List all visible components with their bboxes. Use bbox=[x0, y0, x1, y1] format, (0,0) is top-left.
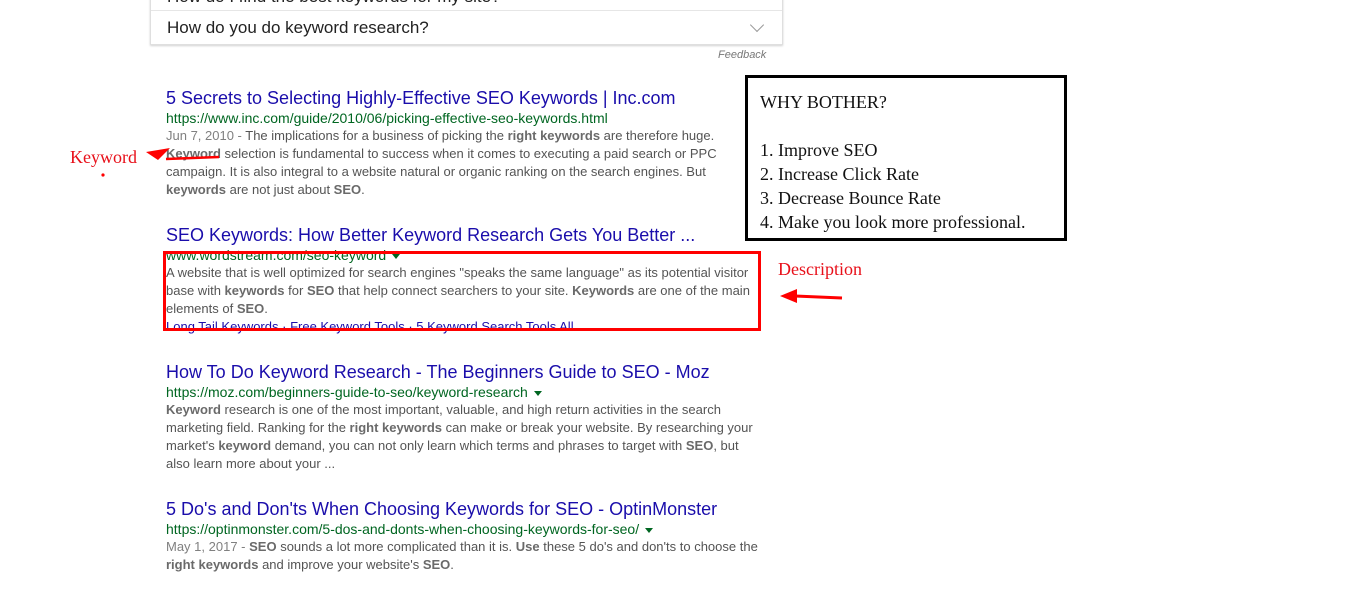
snippet-text: . bbox=[361, 182, 365, 197]
why-bother-callout: WHY BOTHER? 1. Improve SEO 2. Increase C… bbox=[745, 75, 1067, 241]
description-arrow-head-icon bbox=[780, 289, 797, 303]
snippet-highlight: SEO bbox=[249, 539, 277, 554]
callout-list: 1. Improve SEO 2. Increase Click Rate 3.… bbox=[760, 138, 1025, 234]
snippet-text: and improve your website's bbox=[258, 557, 423, 572]
callout-item: 2. Increase Click Rate bbox=[760, 164, 919, 184]
result-date: Jun 7, 2010 - bbox=[166, 128, 246, 143]
snippet-text: are not just about bbox=[225, 182, 334, 197]
snippet-highlight: Keyword bbox=[166, 402, 221, 417]
paa-question[interactable]: How do I find the best keywords for my s… bbox=[151, 0, 782, 11]
search-result: 5 Do's and Don'ts When Choosing Keywords… bbox=[166, 498, 766, 574]
result-sitelinks: Long Tail Keywords · Free Keyword Tools … bbox=[166, 319, 574, 334]
snippet-highlight: SEO bbox=[306, 283, 335, 298]
people-also-ask-panel: How do I find the best keywords for my s… bbox=[150, 0, 783, 45]
description-annotation-label: Description bbox=[778, 259, 862, 279]
sitelink[interactable]: All bbox=[559, 319, 573, 334]
result-date: May 1, 2017 - bbox=[166, 539, 250, 554]
url-dropdown-caret-icon[interactable] bbox=[533, 390, 542, 396]
snippet-text: for bbox=[284, 283, 307, 298]
result-snippet: A website that is well optimized for sea… bbox=[166, 264, 761, 318]
snippet-text: are therefore huge. bbox=[600, 128, 715, 143]
search-result: SEO Keywords: How Better Keyword Researc… bbox=[166, 224, 766, 336]
snippet-highlight: SEO bbox=[685, 438, 714, 453]
result-title-link[interactable]: How To Do Keyword Research - The Beginne… bbox=[166, 361, 766, 383]
sitelink[interactable]: 5 Keyword Search Tools bbox=[416, 319, 556, 334]
paa-question-text: How do I find the best keywords for my s… bbox=[167, 0, 501, 7]
result-title-link[interactable]: SEO Keywords: How Better Keyword Researc… bbox=[166, 224, 766, 246]
sitelink[interactable]: Long Tail Keywords bbox=[166, 319, 279, 334]
snippet-text: selection is fundamental to success when… bbox=[166, 146, 717, 179]
snippet-highlight: Keyword bbox=[166, 146, 221, 161]
result-snippet: Jun 7, 2010 - The implications for a bus… bbox=[166, 127, 761, 199]
paa-question-text: How do you do keyword research? bbox=[167, 18, 429, 37]
search-result: 5 Secrets to Selecting Highly-Effective … bbox=[166, 87, 766, 199]
result-url: https://optinmonster.com/5-dos-and-donts… bbox=[166, 520, 766, 538]
url-dropdown-caret-icon[interactable] bbox=[645, 527, 654, 533]
keyword-annotation-label: Keyword bbox=[70, 147, 137, 167]
snippet-highlight: right keywords bbox=[349, 420, 443, 435]
snippet-highlight: right keywords bbox=[507, 128, 601, 143]
snippet-text: The implications for a business of picki… bbox=[245, 128, 508, 143]
snippet-text: demand, you can not only learn which ter… bbox=[271, 438, 686, 453]
callout-heading: WHY BOTHER? bbox=[760, 92, 887, 112]
result-snippet: Keyword research is one of the most impo… bbox=[166, 401, 761, 473]
result-url-text: www.wordstream.com/seo-keyword bbox=[166, 247, 387, 263]
result-title-link[interactable]: 5 Do's and Don'ts When Choosing Keywords… bbox=[166, 498, 766, 520]
snippet-highlight: Use bbox=[515, 539, 540, 554]
callout-item: 1. Improve SEO bbox=[760, 140, 878, 160]
snippet-text: . bbox=[264, 301, 268, 316]
search-result: How To Do Keyword Research - The Beginne… bbox=[166, 361, 766, 473]
chevron-down-icon[interactable] bbox=[749, 17, 765, 33]
snippet-highlight: SEO bbox=[422, 557, 451, 572]
snippet-highlight: keywords bbox=[166, 182, 226, 197]
snippet-highlight: right keywords bbox=[166, 557, 259, 572]
annotation-dot bbox=[101, 173, 105, 177]
description-arrow-shaft bbox=[794, 294, 843, 300]
snippet-text: . bbox=[450, 557, 454, 572]
result-url: https://www.inc.com/guide/2010/06/pickin… bbox=[166, 110, 608, 126]
paa-question[interactable]: How do you do keyword research? bbox=[151, 14, 782, 41]
snippet-text: these 5 do's and don'ts to choose the bbox=[539, 539, 758, 554]
feedback-link[interactable]: Feedback bbox=[718, 49, 766, 61]
snippet-text: that help connect searchers to your site… bbox=[334, 283, 573, 298]
result-title-link[interactable]: 5 Secrets to Selecting Highly-Effective … bbox=[166, 87, 766, 109]
snippet-highlight: keywords bbox=[224, 283, 285, 298]
snippet-highlight: keyword bbox=[218, 438, 272, 453]
result-url: https://moz.com/beginners-guide-to-seo/k… bbox=[166, 383, 766, 401]
snippet-highlight: Keywords bbox=[572, 283, 635, 298]
url-dropdown-caret-icon[interactable] bbox=[392, 253, 401, 259]
snippet-highlight: SEO bbox=[333, 182, 362, 197]
callout-item: 3. Decrease Bounce Rate bbox=[760, 188, 941, 208]
callout-item: 4. Make you look more professional. bbox=[760, 212, 1026, 232]
snippet-highlight: SEO bbox=[236, 301, 265, 316]
result-snippet: May 1, 2017 - SEO sounds a lot more comp… bbox=[166, 538, 761, 574]
result-url: www.wordstream.com/seo-keyword bbox=[166, 246, 766, 264]
snippet-text: sounds a lot more complicated than it is… bbox=[276, 539, 516, 554]
sitelink[interactable]: Free Keyword Tools bbox=[290, 319, 405, 334]
result-url-text: https://optinmonster.com/5-dos-and-donts… bbox=[166, 521, 640, 537]
result-url-text: https://moz.com/beginners-guide-to-seo/k… bbox=[166, 384, 528, 400]
